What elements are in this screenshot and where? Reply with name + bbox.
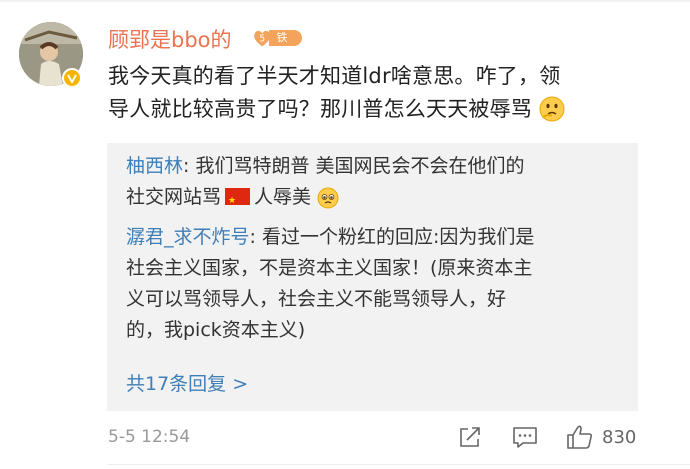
reply-author[interactable]: 潺君_求不炸号 — [126, 226, 250, 248]
share-icon — [460, 427, 480, 447]
comment-text: 我今天真的看了半天才知道ldr啥意思。咋了，领 导人就比较高贵了吗？那川普怎么天… — [108, 60, 648, 132]
reply-line-3: 义可以骂领导人，社会主义不能骂领导人，好 — [126, 288, 507, 310]
comment-line-2: 导人就比较高贵了吗？那川普怎么天天被辱骂 — [108, 93, 648, 132]
china-flag-icon — [225, 186, 251, 217]
verified-badge-icon — [62, 68, 82, 88]
bottom-divider — [108, 464, 690, 465]
thinking-emoji-icon — [539, 96, 565, 132]
top-divider — [0, 0, 690, 2]
reply-text: 社交网站骂 — [126, 186, 222, 208]
comment-icon — [513, 427, 537, 448]
reply-line-1: 潺君_求不炸号: 看过一个粉红的回应:因为我们是 — [126, 222, 626, 253]
like-icon — [567, 425, 593, 449]
reply-line-2: 社会主义国家，不是资本主义国家！(原来资本主 — [126, 257, 533, 279]
reply-line-2: 社交网站骂 人辱美 — [126, 182, 626, 219]
fan-badge[interactable]: 5 铁粉 — [252, 27, 302, 60]
reply-item: 柚西林: 我们骂特朗普 美国网民会不会在他们的 社交网站骂 人辱美 — [126, 151, 626, 219]
replies-box: 柚西林: 我们骂特朗普 美国网民会不会在他们的 社交网站骂 人辱美 潺君_求不炸号… — [107, 143, 638, 411]
comment-button[interactable] — [512, 424, 538, 450]
reply-text: 人辱美 — [254, 186, 312, 208]
pleading-emoji-icon — [317, 187, 339, 219]
like-button[interactable]: 830 — [566, 424, 636, 450]
fan-badge-label: 铁粉 — [268, 30, 302, 60]
svg-text:5: 5 — [259, 34, 265, 45]
timestamp: 5-5 12:54 — [108, 427, 191, 447]
share-button[interactable] — [458, 424, 482, 450]
comment-line-1: 我今天真的看了半天才知道ldr啥意思。咋了，领 — [108, 64, 561, 88]
reply-line-1: 柚西林: 我们骂特朗普 美国网民会不会在他们的 — [126, 151, 626, 182]
like-count: 830 — [602, 426, 637, 448]
reply-line-4: 的，我pick资本主义) — [126, 319, 306, 341]
reply-text: : 我们骂特朗普 美国网民会不会在他们的 — [183, 155, 525, 177]
more-replies-link[interactable]: 共17条回复 > — [126, 369, 248, 396]
reply-item: 潺君_求不炸号: 看过一个粉红的回应:因为我们是 社会主义国家，不是资本主义国家… — [126, 222, 626, 346]
reply-text: : 看过一个粉红的回应:因为我们是 — [249, 226, 535, 248]
reply-author[interactable]: 柚西林 — [126, 155, 183, 177]
comment-line-2-text: 导人就比较高贵了吗？那川普怎么天天被辱骂 — [108, 97, 532, 121]
username[interactable]: 顾郢是bbo的 — [108, 24, 232, 54]
